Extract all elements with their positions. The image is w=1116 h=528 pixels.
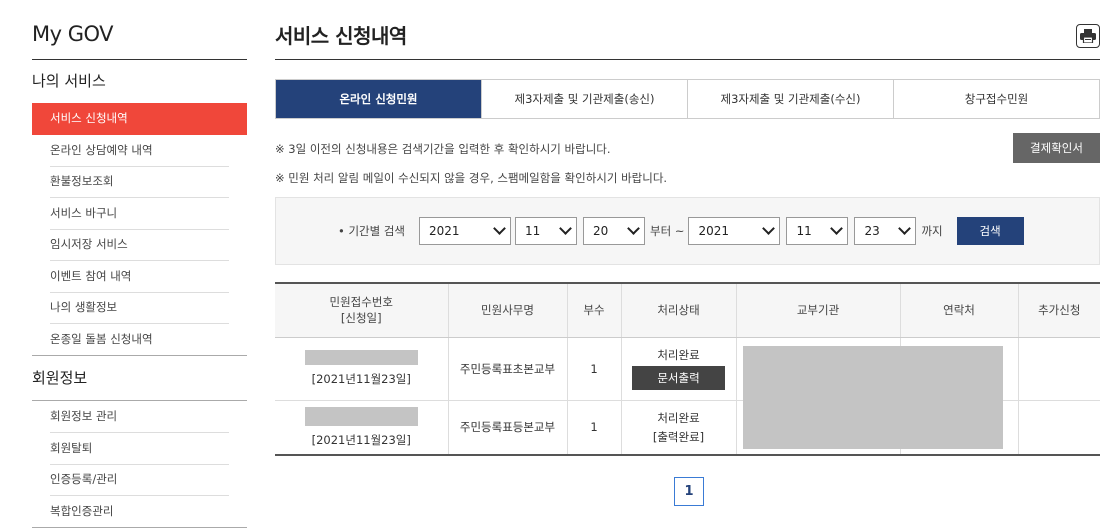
sidebar-item-label: 이벤트 참여 내역 xyxy=(50,261,229,293)
header-text: 민원접수번호 xyxy=(329,295,393,310)
col-header-name: 민원사무명 xyxy=(447,284,567,338)
sidebar-item-multi-auth[interactable]: 복합인증관리 xyxy=(32,496,247,528)
sidebar-item-withdraw[interactable]: 회원탈퇴 xyxy=(32,433,247,465)
sidebar-item-label: 임시저장 서비스 xyxy=(50,229,229,261)
payment-confirmation-button[interactable]: 결제확인서 xyxy=(1013,133,1100,163)
section-title-member-info: 회원정보 xyxy=(32,356,247,401)
select-value: 23 xyxy=(864,224,880,238)
copies-cell: 1 xyxy=(566,400,621,454)
application-date: [2021년11월23일] xyxy=(311,432,411,447)
from-day-select[interactable]: 20 xyxy=(583,217,645,245)
sidebar-item-label: 회원정보 관리 xyxy=(50,401,229,433)
copies-cell: 1 xyxy=(566,337,621,401)
search-label: • 기간별 검색 xyxy=(338,224,405,238)
from-year-select[interactable]: 2021 xyxy=(419,217,511,245)
sidebar-item-label: 회원탈퇴 xyxy=(50,433,229,465)
sidebar-item-refund-info[interactable]: 환불정보조회 xyxy=(32,166,247,198)
chevron-down-icon xyxy=(559,222,572,235)
select-value: 2021 xyxy=(698,224,729,238)
from-text: 부터 ~ xyxy=(650,224,685,238)
sidebar-item-label: 복합인증관리 xyxy=(50,503,114,518)
to-year-select[interactable]: 2021 xyxy=(688,217,781,245)
member-section: 회원정보 회원정보 관리 회원탈퇴 인증등록/관리 복합인증관리 xyxy=(32,355,247,528)
print-complete-text: [출력완료] xyxy=(652,429,705,444)
redacted-receipt-number xyxy=(304,406,418,426)
sidebar-item-label: 서비스 신청내역 xyxy=(50,111,128,125)
col-header-status: 처리상태 xyxy=(620,284,736,338)
table-header-row: 민원접수번호 [신청일] 민원사무명 부수 처리상태 교부기관 연락처 추가신청 xyxy=(275,284,1100,338)
sidebar-item-life-info[interactable]: 나의 생활정보 xyxy=(32,292,247,324)
col-header-extra: 추가신청 xyxy=(1017,284,1100,338)
to-text: 까지 xyxy=(921,224,943,238)
sidebar-item-service-basket[interactable]: 서비스 바구니 xyxy=(32,198,247,230)
receipt-cell: [2021년11월23일] xyxy=(275,337,448,401)
status-text: 처리완료 xyxy=(657,348,700,362)
notice-text: ※ 3일 이전의 신청내용은 검색기간을 입력한 후 확인하시기 바랍니다. xyxy=(275,142,611,156)
pagination-page-1[interactable]: 1 xyxy=(674,477,704,506)
extra-cell xyxy=(1017,400,1100,454)
tab-third-party-received[interactable]: 제3자제출 및 기관제출(수신) xyxy=(687,80,893,118)
my-services-menu: 서비스 신청내역 온라인 상담예약 내역 환불정보조회 서비스 바구니 임시저장… xyxy=(32,103,247,355)
chevron-down-icon xyxy=(493,222,506,235)
to-day-select[interactable]: 23 xyxy=(854,217,917,245)
sidebar-item-label: 환불정보조회 xyxy=(50,166,229,198)
member-menu: 회원정보 관리 회원탈퇴 인증등록/관리 복합인증관리 xyxy=(32,401,247,528)
to-month-select[interactable]: 11 xyxy=(786,217,849,245)
redacted-receipt-number xyxy=(304,350,418,365)
sidebar-item-label: 온라인 상담예약 내역 xyxy=(50,135,229,167)
redacted-agency-contact xyxy=(743,346,1003,449)
service-name-cell: 주민등록표등본교부 xyxy=(447,400,567,454)
notice-area: ※ 3일 이전의 신청내용은 검색기간을 입력한 후 확인하시기 바랍니다. ※… xyxy=(275,133,1100,197)
service-name-cell: 주민등록표초본교부 xyxy=(447,337,567,401)
sidebar-item-label: 서비스 바구니 xyxy=(50,198,229,230)
print-document-button[interactable]: 문서출력 xyxy=(632,366,725,390)
status-cell: 처리완료 [출력완료] xyxy=(620,400,736,454)
receipt-cell: [2021년11월23일] xyxy=(275,400,448,454)
sidebar-item-consult-reservation[interactable]: 온라인 상담예약 내역 xyxy=(32,135,247,167)
search-panel: • 기간별 검색 2021 11 20 부터 ~ 2021 11 23 까지 검… xyxy=(275,197,1100,265)
sidebar: My GOV 나의 서비스 서비스 신청내역 온라인 상담예약 내역 환불정보조… xyxy=(32,0,247,528)
tab-third-party-sent[interactable]: 제3자제출 및 기관제출(송신) xyxy=(481,80,687,118)
chevron-down-icon xyxy=(898,222,912,235)
col-header-contact: 연락처 xyxy=(899,284,1018,338)
select-value: 11 xyxy=(796,224,812,238)
page-title: 서비스 신청내역 xyxy=(275,0,1100,60)
application-date: [2021년11월23일] xyxy=(311,372,411,386)
sidebar-item-service-history[interactable]: 서비스 신청내역 xyxy=(32,103,247,135)
sidebar-item-label: 인증등록/관리 xyxy=(50,464,229,496)
sidebar-item-label: 나의 생활정보 xyxy=(50,292,229,324)
tab-counter-application[interactable]: 창구접수민원 xyxy=(893,80,1099,118)
select-value: 20 xyxy=(593,224,609,238)
select-value: 11 xyxy=(525,224,541,238)
printer-icon xyxy=(1080,29,1096,43)
sidebar-item-temp-saved[interactable]: 임시저장 서비스 xyxy=(32,229,247,261)
sidebar-item-event-history[interactable]: 이벤트 참여 내역 xyxy=(32,261,247,293)
extra-cell xyxy=(1017,337,1100,401)
chevron-down-icon xyxy=(762,222,776,235)
col-header-agency: 교부기관 xyxy=(735,284,900,338)
status-cell: 처리완료 문서출력 xyxy=(620,337,736,401)
section-title-my-services: 나의 서비스 xyxy=(32,72,106,90)
chevron-down-icon xyxy=(627,222,640,235)
search-button[interactable]: 검색 xyxy=(956,217,1024,245)
header-text: [신청일] xyxy=(340,311,382,326)
select-value: 2021 xyxy=(429,224,460,238)
status-text: 처리완료 xyxy=(657,410,700,425)
from-month-select[interactable]: 11 xyxy=(515,217,577,245)
sidebar-item-label: 온종일 돌봄 신청내역 xyxy=(50,331,153,346)
col-header-copies: 부수 xyxy=(566,284,621,338)
chevron-down-icon xyxy=(830,222,844,235)
brand-title[interactable]: My GOV xyxy=(32,0,247,60)
notice-text: ※ 민원 처리 알림 메일이 수신되지 않을 경우, 스팸메일함을 확인하시기 … xyxy=(275,171,668,185)
tab-bar: 온라인 신청민원 제3자제출 및 기관제출(송신) 제3자제출 및 기관제출(수… xyxy=(275,79,1100,119)
sidebar-item-cert-manage[interactable]: 인증등록/관리 xyxy=(32,464,247,496)
sidebar-item-care-history[interactable]: 온종일 돌봄 신청내역 xyxy=(32,324,247,356)
col-header-receipt: 민원접수번호 [신청일] xyxy=(275,284,448,338)
print-button[interactable] xyxy=(1076,24,1100,48)
sidebar-item-member-manage[interactable]: 회원정보 관리 xyxy=(32,401,247,433)
tab-online-application[interactable]: 온라인 신청민원 xyxy=(276,80,481,118)
